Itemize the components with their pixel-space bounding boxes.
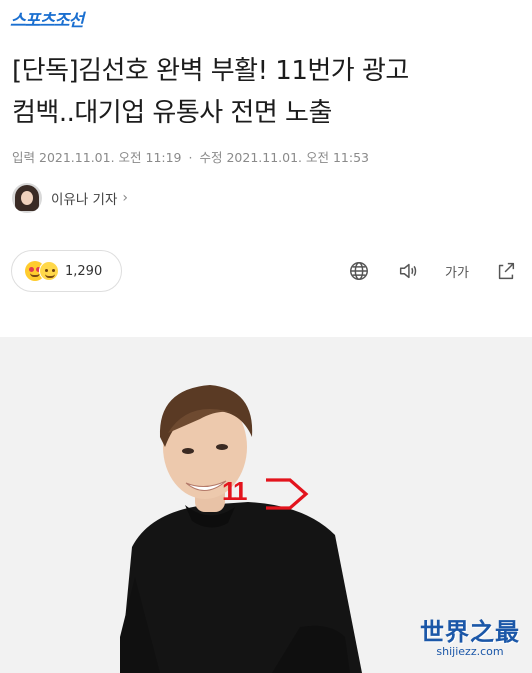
headline-line-2: 컴백..대기업 유통사 전면 노출: [12, 98, 332, 128]
reporter-avatar: [12, 183, 42, 213]
share-icon[interactable]: [494, 259, 518, 283]
modified-label: 수정: [199, 150, 223, 165]
font-size-icon[interactable]: 가가: [445, 259, 469, 283]
watermark: 世界之最 shijiezz.com: [420, 612, 520, 658]
site-logo[interactable]: 스포츠조선: [10, 6, 84, 31]
reporter-name: 이유나 기자: [51, 192, 118, 208]
brand-logo-text: 11: [222, 476, 247, 506]
headline-line-1: [단독]김선호 완벽 부활! 11번가 광고: [12, 56, 409, 86]
meta-separator: ·: [188, 150, 193, 165]
modified-time: 2021.11.01. 오전 11:53: [226, 150, 369, 165]
article-toolbar: 가가: [347, 259, 518, 283]
published-time: 2021.11.01. 오전 11:19: [39, 150, 182, 165]
smile-emoji-icon: [39, 261, 59, 281]
published-label: 입력: [12, 150, 36, 165]
reaction-count: 1,290: [65, 263, 103, 279]
brand-arrow-icon: [266, 478, 309, 510]
chevron-right-icon: ›: [122, 190, 129, 206]
speaker-icon[interactable]: [396, 259, 420, 283]
article-headline: [단독]김선호 완벽 부활! 11번가 광고 컴백..대기업 유통사 전면 노출: [12, 50, 522, 134]
globe-icon[interactable]: [347, 259, 371, 283]
reaction-button[interactable]: 1,290: [11, 250, 122, 292]
article-meta: 입력 2021.11.01. 오전 11:19 · 수정 2021.11.01.…: [12, 147, 369, 166]
reporter-link[interactable]: 이유나 기자 ›: [12, 182, 128, 214]
watermark-title: 世界之最: [420, 618, 520, 646]
